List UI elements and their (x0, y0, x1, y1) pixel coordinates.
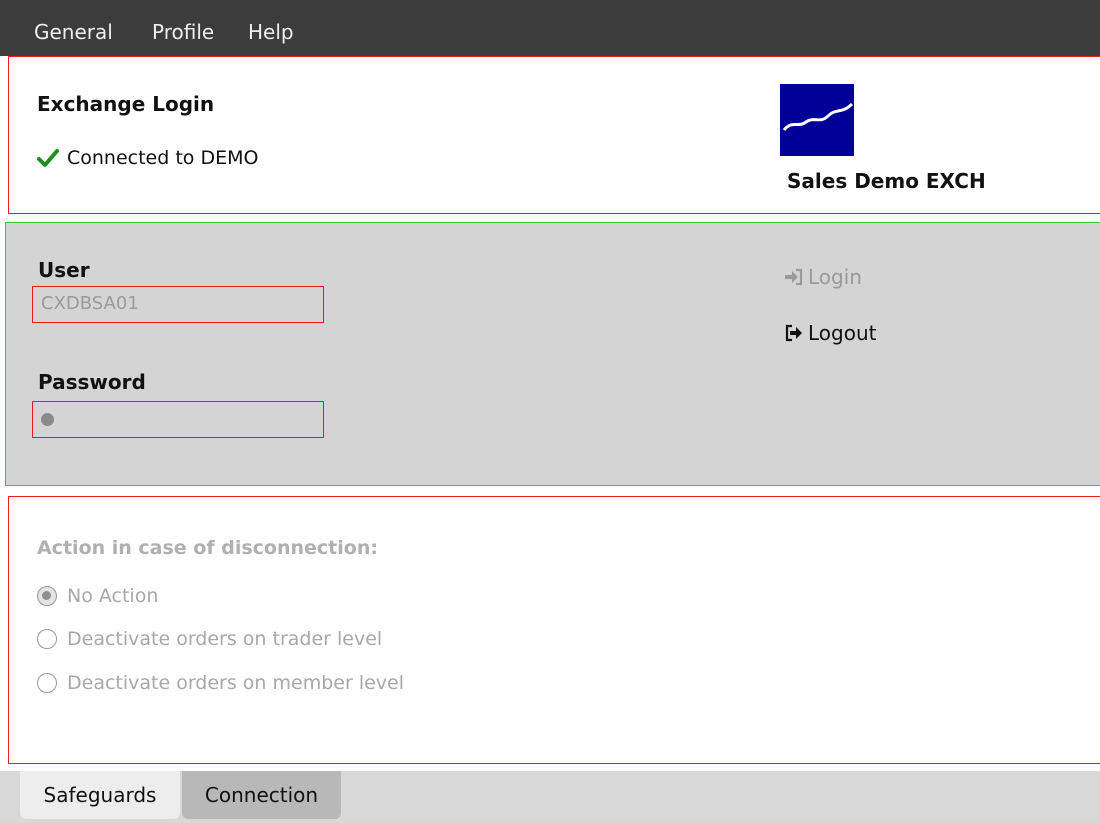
header-panel: Exchange Login Connected to DEMO Sales D… (8, 56, 1100, 214)
login-button[interactable]: Login (784, 265, 862, 289)
login-label: Login (808, 265, 862, 289)
exchange-logo (780, 84, 854, 156)
user-label: User (38, 258, 90, 282)
menu-help[interactable]: Help (248, 20, 294, 44)
radio-button[interactable] (37, 673, 57, 693)
logout-button[interactable]: Logout (784, 321, 876, 345)
radio-member-level[interactable]: Deactivate orders on member level (37, 672, 404, 694)
exchange-name: Sales Demo EXCH (787, 169, 986, 193)
tab-bar: Safeguards Connection (0, 771, 1100, 823)
menu-bar: General Profile Help (0, 0, 1100, 56)
page-title: Exchange Login (37, 92, 215, 116)
logout-label: Logout (808, 321, 877, 345)
password-field[interactable] (32, 401, 324, 438)
checkmark-icon (37, 149, 59, 167)
user-field[interactable]: CXDBSA01 (32, 286, 324, 323)
radio-trader-level[interactable]: Deactivate orders on trader level (37, 628, 382, 650)
menu-general[interactable]: General (34, 20, 113, 44)
login-panel: User CXDBSA01 Password Login Logout (5, 222, 1100, 486)
password-label: Password (38, 370, 146, 394)
sign-out-icon (785, 324, 802, 342)
password-mask-dot (41, 412, 54, 426)
chart-line-icon (782, 102, 854, 132)
tab-connection[interactable]: Connection (182, 771, 341, 819)
menu-profile[interactable]: Profile (152, 20, 214, 44)
radio-button-checked[interactable] (37, 586, 57, 606)
sign-in-icon (785, 268, 803, 286)
radio-label: Deactivate orders on member level (67, 672, 404, 694)
connection-status: Connected to DEMO (37, 147, 258, 169)
disconnection-title: Action in case of disconnection: (37, 537, 378, 559)
radio-no-action[interactable]: No Action (37, 585, 158, 607)
disconnection-panel: Action in case of disconnection: No Acti… (8, 496, 1100, 764)
tab-safeguards[interactable]: Safeguards (20, 771, 180, 819)
status-text: Connected to DEMO (67, 147, 259, 169)
radio-button[interactable] (37, 629, 57, 649)
radio-label: No Action (67, 585, 159, 607)
radio-label: Deactivate orders on trader level (67, 628, 383, 650)
